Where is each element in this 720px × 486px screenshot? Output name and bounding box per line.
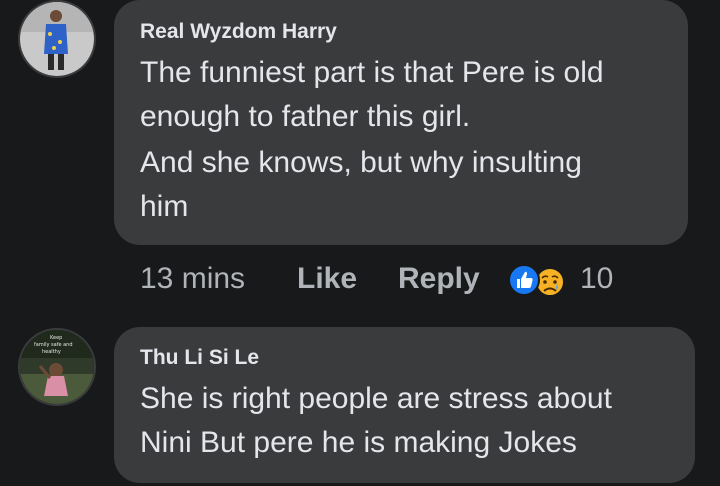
comment-text-line: The funniest part is that Pere is old xyxy=(140,56,604,89)
comment-timestamp[interactable]: 13 mins xyxy=(140,262,245,296)
comment-text-line: And she knows, but why insulting xyxy=(140,146,582,179)
avatar[interactable] xyxy=(18,0,96,78)
like-icon xyxy=(508,264,540,296)
avatar-caption-line: family safe and xyxy=(34,342,73,348)
reaction-count[interactable]: 10 xyxy=(580,262,613,296)
comment-text-line: enough to father this girl. xyxy=(140,100,471,133)
avatar-caption-line: Keep xyxy=(50,335,62,341)
comment-text-line: She is right people are stress about xyxy=(140,382,612,415)
avatar-photo xyxy=(20,2,94,76)
comment-thread: Real Wyzdom Harry The funniest part is t… xyxy=(0,0,720,486)
sad-icon xyxy=(535,267,565,297)
comment-text-line: Nini But pere he is making Jokes xyxy=(140,426,577,459)
comment-author[interactable]: Thu Li Si Le xyxy=(140,346,259,370)
comment-text-line: him xyxy=(140,190,189,223)
avatar-photo: Keep family safe and healthy xyxy=(20,330,94,404)
comment-author[interactable]: Real Wyzdom Harry xyxy=(140,20,337,44)
avatar[interactable]: Keep family safe and healthy xyxy=(18,328,96,406)
reply-button[interactable]: Reply xyxy=(398,262,480,296)
avatar-caption-line: healthy xyxy=(42,349,61,355)
like-button[interactable]: Like xyxy=(297,262,357,296)
reaction-summary[interactable] xyxy=(506,262,570,298)
